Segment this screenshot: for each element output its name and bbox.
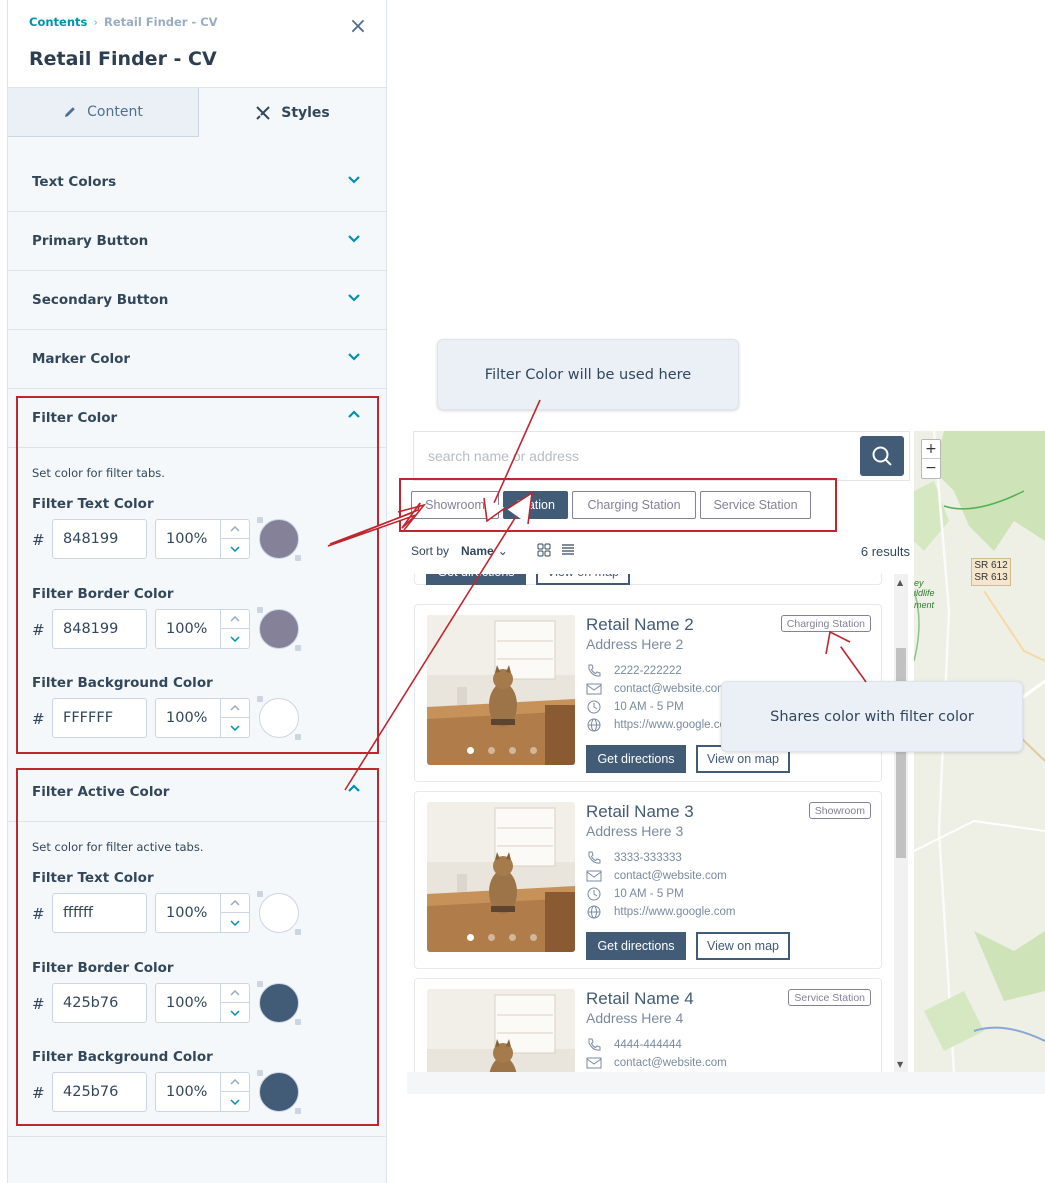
annotation-arrows [327, 399, 867, 791]
page-root: Contents › Retail Finder - CV Retail Finde… [0, 0, 1045, 1183]
